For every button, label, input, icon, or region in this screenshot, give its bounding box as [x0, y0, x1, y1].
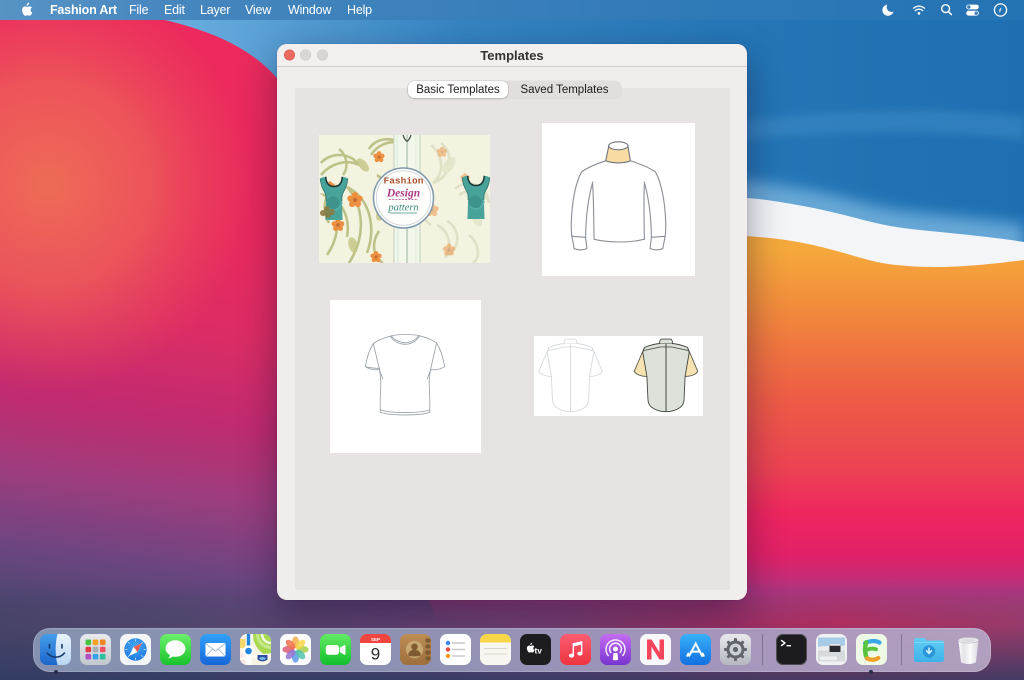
svg-text:SEP: SEP	[370, 637, 379, 642]
svg-text:9: 9	[370, 645, 379, 664]
svg-text:pattern: pattern	[387, 203, 418, 214]
svg-text:Design: Design	[386, 188, 420, 200]
svg-text:Fashion: Fashion	[384, 176, 424, 187]
svg-text:tv: tv	[534, 646, 542, 656]
